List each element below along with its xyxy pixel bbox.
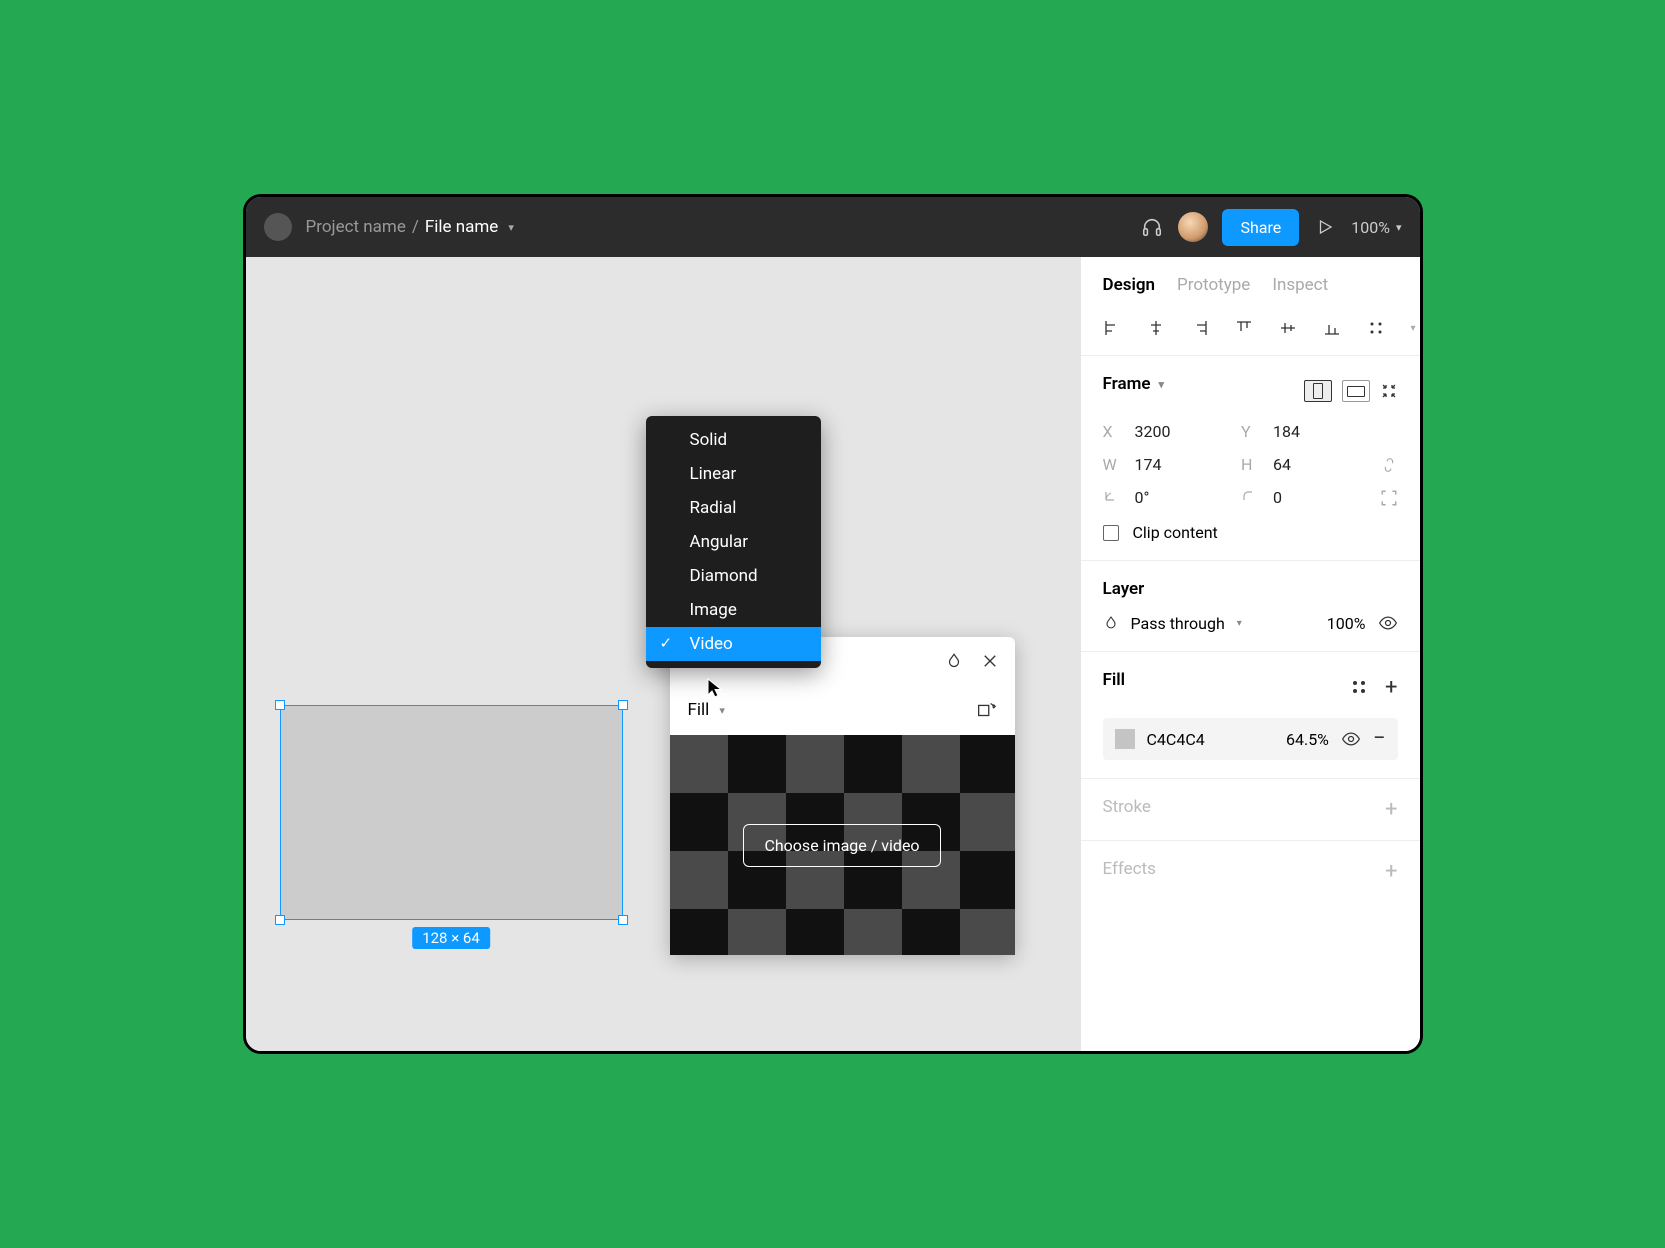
zoom-value: 100% <box>1351 218 1390 237</box>
fill-type-menu: Solid Linear Radial Angular Diamond Imag… <box>646 416 821 668</box>
rotate-icon[interactable] <box>975 699 997 721</box>
add-effect-button[interactable]: + <box>1385 859 1397 884</box>
fill-panel-title: Fill <box>1103 670 1126 690</box>
resize-handle-bl[interactable] <box>275 915 285 925</box>
fill-type-angular[interactable]: Angular <box>646 525 821 559</box>
add-fill-button[interactable]: + <box>1385 675 1397 700</box>
cursor-icon <box>706 677 724 699</box>
fill-type-image[interactable]: Image <box>646 593 821 627</box>
fill-opacity[interactable]: 64.5% <box>1286 730 1329 749</box>
content: 128 × 64 Fill ▾ Choose image / video <box>246 257 1420 1051</box>
chevron-down-icon[interactable]: ▾ <box>719 704 725 717</box>
resize-handle-br[interactable] <box>618 915 628 925</box>
link-dimensions-icon[interactable] <box>1380 456 1398 474</box>
breadcrumb: Project name / File name ▾ <box>306 217 514 237</box>
frame-landscape[interactable] <box>1342 380 1370 402</box>
zoom-control[interactable]: 100% ▾ <box>1351 218 1401 237</box>
fill-type-diamond[interactable]: Diamond <box>646 559 821 593</box>
prop-h[interactable]: H64 <box>1241 455 1362 474</box>
styles-icon[interactable] <box>1351 679 1367 695</box>
frame-panel-title[interactable]: Frame ▾ <box>1103 374 1165 394</box>
resize-handle-tr[interactable] <box>618 700 628 710</box>
resize-to-fit-icon[interactable] <box>1380 382 1398 400</box>
frame-title-label: Frame <box>1103 374 1151 394</box>
avatar[interactable] <box>1178 212 1208 242</box>
remove-fill-button[interactable]: − <box>1373 728 1386 750</box>
breadcrumb-separator: / <box>412 217 419 237</box>
angle-icon <box>1103 488 1121 507</box>
fill-type-linear[interactable]: Linear <box>646 457 821 491</box>
align-bottom-icon[interactable] <box>1323 319 1341 337</box>
chevron-down-icon[interactable]: ▾ <box>508 221 514 234</box>
fill-type-radial[interactable]: Radial <box>646 491 821 525</box>
clip-content-label: Clip content <box>1133 523 1218 542</box>
chevron-down-icon: ▾ <box>1159 378 1165 391</box>
frame-panel: Frame ▾ X3200 Y184 W174 H64 <box>1081 356 1420 561</box>
play-icon[interactable] <box>1313 215 1337 239</box>
prop-radius[interactable]: 0 <box>1241 488 1362 507</box>
chevron-down-icon[interactable]: ▾ <box>1411 323 1416 334</box>
layer-blend-row: Pass through ▾ 100% <box>1103 613 1398 633</box>
selection-dimensions: 128 × 64 <box>412 927 490 949</box>
resize-handle-tl[interactable] <box>275 700 285 710</box>
independent-corners-icon[interactable] <box>1380 489 1398 507</box>
effects-panel-title: Effects <box>1103 859 1156 884</box>
layer-panel-title: Layer <box>1103 579 1398 599</box>
frame-orientation-options <box>1304 380 1398 402</box>
tab-inspect[interactable]: Inspect <box>1272 275 1328 295</box>
effects-panel: Effects + <box>1081 841 1420 902</box>
fill-panel: Fill + C4C4C4 64.5% − <box>1081 652 1420 779</box>
prop-y[interactable]: Y184 <box>1241 422 1362 441</box>
fill-item[interactable]: C4C4C4 64.5% − <box>1103 718 1398 760</box>
blend-mode-select[interactable]: Pass through <box>1131 614 1225 633</box>
align-vcenter-icon[interactable] <box>1279 319 1297 337</box>
fill-mode-label[interactable]: Fill <box>688 700 710 720</box>
inspector-tabs: Design Prototype Inspect <box>1081 257 1420 309</box>
chevron-down-icon: ▾ <box>1396 221 1402 234</box>
selected-frame[interactable]: 128 × 64 <box>280 705 623 920</box>
radius-icon <box>1241 488 1259 507</box>
project-name[interactable]: Project name <box>306 217 406 237</box>
fill-type-solid[interactable]: Solid <box>646 423 821 457</box>
inspector-sidebar: Design Prototype Inspect ▾ Frame ▾ <box>1080 257 1420 1051</box>
layer-panel: Layer Pass through ▾ 100% <box>1081 561 1420 652</box>
prop-w[interactable]: W174 <box>1103 455 1224 474</box>
prop-rotation[interactable]: 0° <box>1103 488 1224 507</box>
frame-portrait[interactable] <box>1304 380 1332 402</box>
align-top-icon[interactable] <box>1235 319 1253 337</box>
prop-x[interactable]: X3200 <box>1103 422 1224 441</box>
eye-icon[interactable] <box>1378 613 1398 633</box>
droplet-icon[interactable] <box>1103 615 1119 631</box>
file-name[interactable]: File name <box>425 217 498 237</box>
fill-hex[interactable]: C4C4C4 <box>1147 730 1205 749</box>
fill-swatch[interactable] <box>1115 729 1135 749</box>
tab-prototype[interactable]: Prototype <box>1177 275 1250 295</box>
align-right-icon[interactable] <box>1191 319 1209 337</box>
stroke-panel: Stroke + <box>1081 779 1420 841</box>
media-preview[interactable]: Choose image / video <box>670 735 1015 955</box>
fill-type-video[interactable]: Video <box>646 627 821 661</box>
clip-content-row[interactable]: Clip content <box>1103 523 1398 542</box>
stroke-panel-title: Stroke <box>1103 797 1151 822</box>
align-hcenter-icon[interactable] <box>1147 319 1165 337</box>
share-button[interactable]: Share <box>1222 209 1299 246</box>
topbar: Project name / File name ▾ Share 100% ▾ <box>246 197 1420 257</box>
close-icon[interactable] <box>981 652 999 670</box>
eye-icon[interactable] <box>1341 729 1361 749</box>
app-window: Project name / File name ▾ Share 100% ▾ <box>243 194 1423 1054</box>
chevron-down-icon[interactable]: ▾ <box>1237 618 1242 629</box>
distribute-icon[interactable] <box>1367 319 1385 337</box>
headphones-icon[interactable] <box>1140 215 1164 239</box>
clip-content-checkbox[interactable] <box>1103 525 1119 541</box>
layer-opacity[interactable]: 100% <box>1327 614 1366 633</box>
align-left-icon[interactable] <box>1103 319 1121 337</box>
droplet-icon[interactable] <box>945 652 963 670</box>
app-logo[interactable] <box>264 213 292 241</box>
tab-design[interactable]: Design <box>1103 275 1156 295</box>
choose-media-button[interactable]: Choose image / video <box>743 824 940 867</box>
canvas[interactable]: 128 × 64 Fill ▾ Choose image / video <box>246 257 1080 1051</box>
add-stroke-button[interactable]: + <box>1385 797 1397 822</box>
align-row: ▾ <box>1081 309 1420 356</box>
